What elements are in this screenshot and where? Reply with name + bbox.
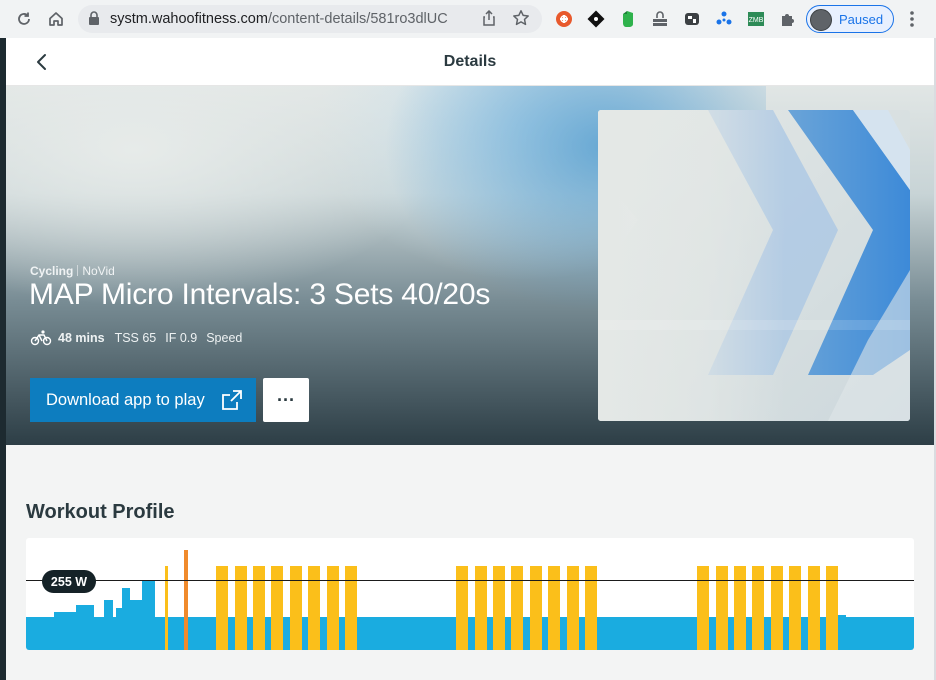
reload-icon[interactable]	[12, 7, 36, 31]
diamond-icon[interactable]	[586, 9, 606, 29]
page-title: Details	[443, 53, 497, 70]
url-path: /content-details/581ro3dlUC	[267, 11, 448, 27]
lock-icon[interactable]	[88, 11, 100, 31]
avatar	[810, 9, 832, 31]
profile-status: Paused	[839, 12, 884, 27]
sport-label: Cycling	[30, 264, 74, 278]
tag-label: NoVid	[82, 264, 115, 278]
workout-title: MAP Micro Intervals: 3 Sets 40/20s	[29, 278, 491, 311]
ublock-icon[interactable]	[554, 9, 574, 29]
evernote-icon[interactable]	[618, 9, 638, 29]
browser-toolbar: systm.wahoofitness.com/content-details/5…	[0, 0, 936, 38]
zwift-icon[interactable]: ZMB	[746, 9, 766, 29]
workout-thumbnail	[598, 110, 910, 421]
workout-category: Speed	[206, 331, 243, 345]
mask-icon[interactable]	[682, 9, 702, 29]
workout-stats: 48 mins TSS 65 IF 0.9 Speed	[30, 330, 251, 346]
svg-text:ZMB: ZMB	[749, 17, 764, 24]
profile-graph	[26, 550, 914, 650]
workout-sport-line: Cycling NoVid	[30, 264, 115, 278]
bookmark-star-icon[interactable]	[512, 9, 530, 32]
download-app-label: Download app to play	[46, 390, 205, 409]
puzzle-icon[interactable]	[778, 9, 798, 29]
ftp-label: 255 W	[42, 570, 96, 593]
workout-tss: TSS 65	[114, 331, 157, 345]
dots-icon[interactable]	[714, 9, 734, 29]
workout-profile-chart[interactable]: 255 W	[26, 538, 914, 650]
url-domain: systm.wahoofitness.com	[110, 11, 268, 27]
workout-if: IF 0.9	[165, 331, 198, 345]
workout-duration: 48 mins	[58, 331, 105, 345]
profile-button[interactable]: Paused	[806, 5, 894, 33]
home-icon[interactable]	[44, 7, 68, 31]
external-link-icon	[221, 389, 243, 416]
workout-profile-title: Workout Profile	[26, 501, 175, 523]
workout-hero: Cycling NoVid MAP Micro Intervals: 3 Sets…	[6, 86, 934, 445]
share-icon[interactable]	[482, 9, 496, 31]
page-content: Details Cycling NoVid MAP Micro Intervals…	[6, 38, 934, 680]
browser-menu-icon[interactable]	[904, 9, 920, 29]
address-bar[interactable]: systm.wahoofitness.com/content-details/5…	[78, 5, 542, 33]
download-app-button[interactable]: Download app to play	[30, 378, 256, 422]
url-text: systm.wahoofitness.com/content-details/5…	[110, 11, 448, 27]
lock-stack-icon[interactable]	[650, 9, 670, 29]
cyclist-icon	[30, 330, 52, 346]
details-header: Details	[6, 38, 934, 86]
more-options-button[interactable]: ···	[263, 378, 309, 422]
